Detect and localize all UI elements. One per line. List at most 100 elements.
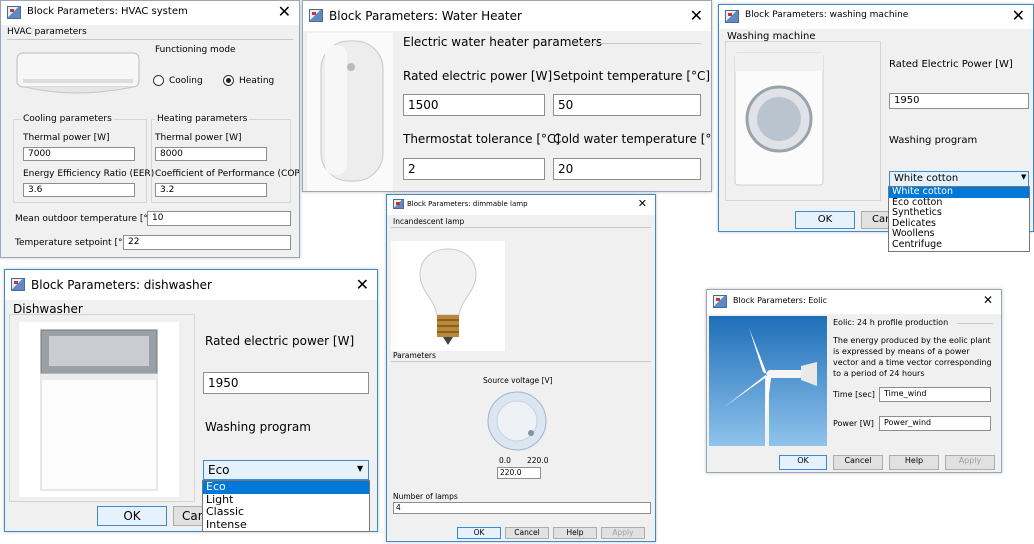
dropdown-option[interactable]: Classic [203, 505, 369, 519]
washing-machine-title: Block Parameters: washing machine [745, 10, 909, 20]
separator [7, 39, 293, 40]
cop-label: Coefficient of Performance (COP) [155, 169, 300, 179]
dropdown-option[interactable]: Eco [203, 481, 369, 494]
eer-field[interactable]: 3.6 [23, 183, 135, 197]
eolic-heading: Eolic: 24 h profile production [833, 318, 949, 327]
eolic-ok-button[interactable]: OK [779, 455, 827, 470]
number-of-lamps-label: Number of lamps [393, 492, 458, 501]
cop-field[interactable]: 3.2 [155, 183, 267, 197]
outdoor-temp-field[interactable]: 10 [147, 211, 291, 226]
dropdown-option[interactable]: White cotton [889, 186, 1029, 198]
water-heater-image [307, 33, 393, 191]
cooling-thermal-power-field[interactable]: 7000 [23, 147, 135, 161]
power-field[interactable]: Power_wind [879, 416, 991, 431]
mode-heating-label: Heating [239, 76, 275, 86]
simulink-block-icon [713, 295, 727, 308]
source-voltage-label: Source voltage [V] [483, 376, 553, 385]
hvac-title: Block Parameters: HVAC system [27, 6, 188, 17]
separator [391, 361, 651, 362]
rated-power-field[interactable]: 1500 [403, 94, 545, 116]
lamp-group-label: Incandescent lamp [393, 217, 465, 226]
eolic-cancel-button[interactable]: Cancel [833, 455, 883, 470]
washer-program-select[interactable]: White cotton [889, 171, 1029, 187]
time-label: Time [sec] [833, 390, 875, 399]
simulink-block-icon [393, 199, 404, 209]
dishwasher-cancel-button[interactable]: Can [173, 506, 203, 526]
rated-power-label: Rated electric power [W] [403, 69, 553, 83]
lamp-cancel-button[interactable]: Cancel [505, 527, 549, 539]
time-field[interactable]: Time_wind [879, 387, 991, 402]
washer-ok-button[interactable]: OK [795, 211, 855, 229]
outdoor-temp-label: Mean outdoor temperature [°C] [15, 214, 158, 224]
water-heater-titlebar: Block Parameters: Water Heater ✕ [303, 1, 711, 31]
close-icon[interactable]: ✕ [638, 197, 647, 210]
dropdown-option[interactable]: Centrifuge [889, 239, 1029, 251]
eolic-description-3: vector and a time vector corresponding [833, 358, 992, 367]
wind-turbine-image [709, 316, 827, 446]
mode-cooling-label: Cooling [169, 76, 203, 86]
simulink-block-icon [725, 10, 739, 23]
washer-program-value: White cotton [894, 173, 959, 184]
setpoint-temp-label: Setpoint temperature [°C] [553, 69, 711, 83]
cold-water-temp-label: Cold water temperature [°C] [553, 132, 712, 146]
thermostat-tolerance-field[interactable]: 2 [403, 158, 545, 180]
light-bulb-image [391, 241, 505, 351]
lamp-help-button[interactable]: Help [553, 527, 597, 539]
close-icon[interactable]: ✕ [356, 275, 369, 294]
setpoint-field[interactable]: 22 [123, 235, 291, 250]
dishwasher-program-value: Eco [208, 463, 230, 477]
washer-cancel-button[interactable]: Can [861, 211, 891, 229]
heater-group-label: Electric water heater parameters [403, 35, 603, 49]
setpoint-label: Temperature setpoint [°C] [15, 238, 133, 248]
eer-label: Energy Efficiency Ratio (EER) [23, 169, 155, 179]
power-label: Power [W] [833, 419, 874, 428]
separator [957, 323, 993, 324]
lamp-ok-button[interactable]: OK [457, 527, 501, 539]
cooling-group-label: Cooling parameters [21, 114, 114, 124]
heating-thermal-power-label: Thermal power [W] [155, 133, 242, 143]
close-icon[interactable]: ✕ [1012, 6, 1025, 25]
chevron-down-icon[interactable]: ▼ [1021, 173, 1026, 181]
number-of-lamps-field[interactable]: 4 [393, 502, 651, 514]
eolic-description-4: to a period of 24 hours [833, 369, 925, 378]
voltage-knob[interactable] [481, 389, 553, 453]
dimmable-lamp-dialog: Block Parameters: dimmable lamp ✕ Incand… [386, 194, 656, 542]
chevron-down-icon[interactable]: ▼ [357, 464, 363, 473]
parameters-label: Parameters [393, 351, 436, 360]
water-heater-dialog: Block Parameters: Water Heater ✕ Electri… [302, 0, 712, 192]
dishwasher-program-select[interactable]: Eco [203, 460, 369, 480]
radio-selected-icon [223, 75, 234, 86]
source-voltage-field[interactable]: 220.0 [497, 467, 541, 479]
washer-power-field[interactable]: 1950 [889, 93, 1029, 109]
heating-thermal-power-field[interactable]: 8000 [155, 147, 267, 161]
knob-max-label: 220.0 [527, 456, 549, 465]
cooling-thermal-power-label: Thermal power [W] [23, 133, 110, 143]
simulink-block-icon [309, 9, 323, 22]
close-icon[interactable]: ✕ [983, 293, 993, 307]
eolic-description-2: is expressed by means of a power [833, 347, 970, 356]
setpoint-temp-field[interactable]: 50 [553, 94, 701, 116]
dishwasher-program-dropdown: Eco Light Classic Intense [202, 480, 370, 532]
eolic-help-button[interactable]: Help [889, 455, 939, 470]
dishwasher-program-label: Washing program [205, 420, 311, 434]
dimmable-lamp-title: Block Parameters: dimmable lamp [407, 200, 528, 208]
washing-machine-titlebar: Block Parameters: washing machine ✕ [719, 5, 1033, 29]
eolic-dialog: Block Parameters: Eolic ✕ Eolic: 24 h pr… [706, 289, 1002, 473]
mode-heating-radio[interactable]: Heating [223, 75, 274, 86]
radio-icon [153, 75, 164, 86]
cold-water-temp-field[interactable]: 20 [553, 158, 701, 180]
knob-min-label: 0.0 [499, 456, 511, 465]
mode-cooling-radio[interactable]: Cooling [153, 75, 203, 86]
close-icon[interactable]: ✕ [690, 6, 703, 25]
washer-program-dropdown: White cotton Eco cotton Synthetics Delic… [888, 186, 1030, 252]
functioning-mode-label: Functioning mode [155, 45, 236, 55]
hvac-titlebar: Block Parameters: HVAC system ✕ [1, 1, 299, 25]
dishwasher-titlebar: Block Parameters: dishwasher ✕ [5, 270, 377, 300]
simulink-block-icon [7, 6, 21, 19]
eolic-titlebar: Block Parameters: Eolic ✕ [707, 290, 1001, 314]
dishwasher-power-field[interactable]: 1950 [203, 372, 369, 394]
dishwasher-ok-button[interactable]: OK [97, 506, 167, 526]
close-icon[interactable]: ✕ [278, 2, 291, 21]
separator [573, 43, 701, 44]
dropdown-option[interactable]: Intense [203, 518, 369, 532]
